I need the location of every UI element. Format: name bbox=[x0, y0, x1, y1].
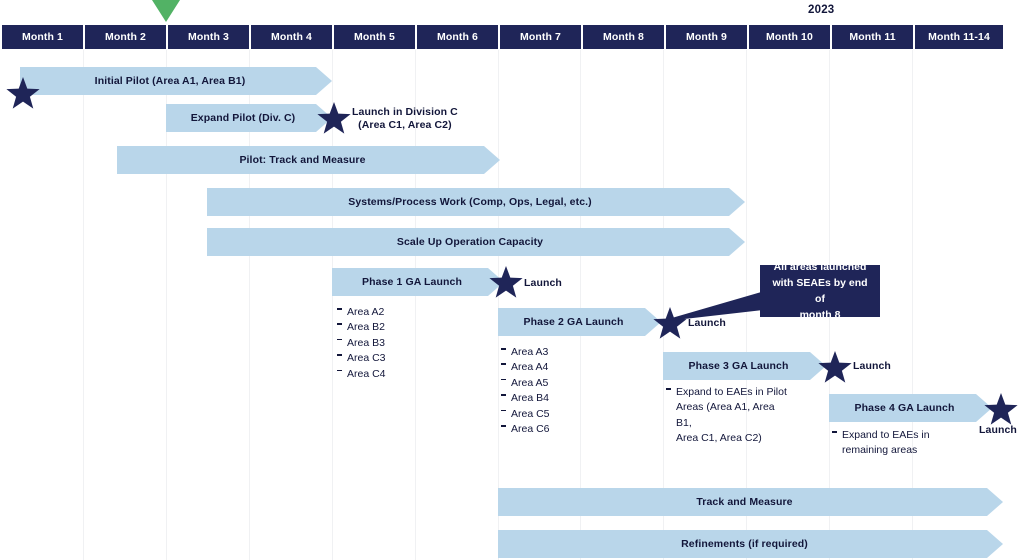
bar-label: Pilot: Track and Measure bbox=[239, 154, 366, 166]
annotation-launch-phase3: Launch bbox=[853, 360, 891, 372]
gridline bbox=[83, 50, 84, 560]
month-header-label: Month 3 bbox=[188, 31, 229, 43]
list-item: Expand to EAEs in Pilot Areas (Area A1, … bbox=[665, 385, 793, 447]
bar-refinements[interactable]: Refinements (if required) bbox=[498, 530, 1003, 558]
month-header-label: Month 5 bbox=[354, 31, 395, 43]
month-header-label: Month 10 bbox=[766, 31, 813, 43]
gridline bbox=[746, 50, 747, 560]
callout-line: All areas launched bbox=[773, 261, 867, 273]
list-item: Area B3 bbox=[336, 336, 386, 351]
gridline bbox=[498, 50, 499, 560]
list-item: Area A5 bbox=[500, 376, 550, 391]
list-phase2-areas: Area A3 Area A4 Area A5 Area B4 Area C5 … bbox=[500, 345, 550, 437]
bar-label: Scale Up Operation Capacity bbox=[396, 236, 544, 248]
month-header-8[interactable]: Month 8 bbox=[583, 25, 666, 49]
bar-phase2-ga-launch[interactable]: Phase 2 GA Launch bbox=[498, 308, 661, 336]
roadmap-timeline: 2023 Month 1 Month 2 Month 3 Month 4 Mon… bbox=[0, 0, 1024, 560]
month-header-6[interactable]: Month 6 bbox=[417, 25, 500, 49]
month-header-3[interactable]: Month 3 bbox=[168, 25, 251, 49]
month-header-4[interactable]: Month 4 bbox=[251, 25, 334, 49]
gridline bbox=[663, 50, 664, 560]
bar-label: Phase 3 GA Launch bbox=[688, 360, 789, 372]
month-header-11[interactable]: Month 11 bbox=[832, 25, 915, 49]
today-marker-icon bbox=[152, 0, 180, 22]
list-item: Area C6 bbox=[500, 422, 550, 437]
list-phase4-scope: Expand to EAEs in remaining areas bbox=[831, 428, 953, 459]
year-label: 2023 bbox=[808, 4, 835, 16]
callout-line: with SEAEs by end of bbox=[772, 277, 868, 305]
bar-label: Refinements (if required) bbox=[681, 538, 808, 550]
milestone-star-icon bbox=[818, 351, 852, 383]
milestone-star-icon bbox=[653, 307, 687, 339]
gridline bbox=[580, 50, 581, 560]
list-item: Area A3 bbox=[500, 345, 550, 360]
bar-label: Initial Pilot (Area A1, Area B1) bbox=[94, 75, 246, 87]
annotation-line: (Area C1, Area C2) bbox=[358, 119, 452, 131]
annotation-launch-division-c: Launch in Division C (Area C1, Area C2) bbox=[352, 106, 458, 132]
annotation-launch-phase4: Launch bbox=[979, 424, 1017, 436]
list-phase3-scope: Expand to EAEs in Pilot Areas (Area A1, … bbox=[665, 385, 793, 447]
list-item: Area B2 bbox=[336, 320, 386, 335]
bar-track-and-measure[interactable]: Track and Measure bbox=[498, 488, 1003, 516]
month-header-1[interactable]: Month 1 bbox=[2, 25, 85, 49]
list-item-line: Areas (Area A1, Area B1, bbox=[676, 401, 775, 429]
bar-phase4-ga-launch[interactable]: Phase 4 GA Launch bbox=[829, 394, 992, 422]
milestone-star-icon bbox=[489, 266, 523, 298]
month-header-5[interactable]: Month 5 bbox=[334, 25, 417, 49]
month-header-10[interactable]: Month 10 bbox=[749, 25, 832, 49]
annotation-launch-phase1: Launch bbox=[524, 277, 562, 289]
month-header-label: Month 6 bbox=[437, 31, 478, 43]
month-header-2[interactable]: Month 2 bbox=[85, 25, 168, 49]
bar-label: Phase 1 GA Launch bbox=[362, 276, 462, 288]
list-item-line: Expand to EAEs in bbox=[842, 429, 930, 441]
annotation-line: Launch in Division C bbox=[352, 106, 458, 118]
list-phase1-areas: Area A2 Area B2 Area B3 Area C3 Area C4 bbox=[336, 305, 386, 382]
annotation-launch-phase2: Launch bbox=[688, 317, 726, 329]
list-item: Area C3 bbox=[336, 351, 386, 366]
list-item: Area C5 bbox=[500, 407, 550, 422]
bar-label: Systems/Process Work (Comp, Ops, Legal, … bbox=[348, 196, 592, 208]
month-header-label: Month 8 bbox=[603, 31, 644, 43]
bar-label: Phase 2 GA Launch bbox=[523, 316, 624, 328]
month-header-label: Month 4 bbox=[271, 31, 312, 43]
month-header-label: Month 7 bbox=[520, 31, 561, 43]
list-item-line: remaining areas bbox=[842, 444, 918, 457]
list-item: Area A4 bbox=[500, 360, 550, 375]
list-item-line: Area C1, Area C2) bbox=[676, 432, 762, 445]
list-item-line: Expand to EAEs in Pilot bbox=[676, 386, 787, 398]
list-item: Area B4 bbox=[500, 391, 550, 406]
month-header-label: Month 9 bbox=[686, 31, 727, 43]
month-header-7[interactable]: Month 7 bbox=[500, 25, 583, 49]
bar-initial-pilot[interactable]: Initial Pilot (Area A1, Area B1) bbox=[20, 67, 332, 95]
list-item: Area C4 bbox=[336, 367, 386, 382]
bar-label: Track and Measure bbox=[696, 496, 793, 508]
bar-phase3-ga-launch[interactable]: Phase 3 GA Launch bbox=[663, 352, 826, 380]
gridline bbox=[912, 50, 913, 560]
month-header-9[interactable]: Month 9 bbox=[666, 25, 749, 49]
milestone-star-icon bbox=[6, 77, 40, 109]
bar-scale-up-operation-capacity[interactable]: Scale Up Operation Capacity bbox=[207, 228, 745, 256]
milestone-star-icon bbox=[317, 102, 351, 134]
month-header-label: Month 2 bbox=[105, 31, 146, 43]
callout-all-areas-launched: All areas launched with SEAEs by end of … bbox=[760, 261, 880, 321]
month-header-label: Month 11 bbox=[849, 31, 896, 43]
list-item: Area A2 bbox=[336, 305, 386, 320]
bar-expand-pilot[interactable]: Expand Pilot (Div. C) bbox=[166, 104, 332, 132]
month-header-12[interactable]: Month 11-14 bbox=[915, 25, 1003, 49]
bar-systems-process-work[interactable]: Systems/Process Work (Comp, Ops, Legal, … bbox=[207, 188, 745, 216]
month-header-label: Month 1 bbox=[22, 31, 63, 43]
bar-label: Expand Pilot (Div. C) bbox=[190, 112, 296, 124]
bar-phase1-ga-launch[interactable]: Phase 1 GA Launch bbox=[332, 268, 504, 296]
callout-line: month 8 bbox=[799, 309, 841, 321]
bar-label: Phase 4 GA Launch bbox=[854, 402, 955, 414]
milestone-star-icon bbox=[984, 393, 1018, 425]
month-header-label: Month 11-14 bbox=[928, 31, 990, 43]
bar-pilot-track-measure[interactable]: Pilot: Track and Measure bbox=[117, 146, 500, 174]
list-item: Expand to EAEs in remaining areas bbox=[831, 428, 953, 459]
